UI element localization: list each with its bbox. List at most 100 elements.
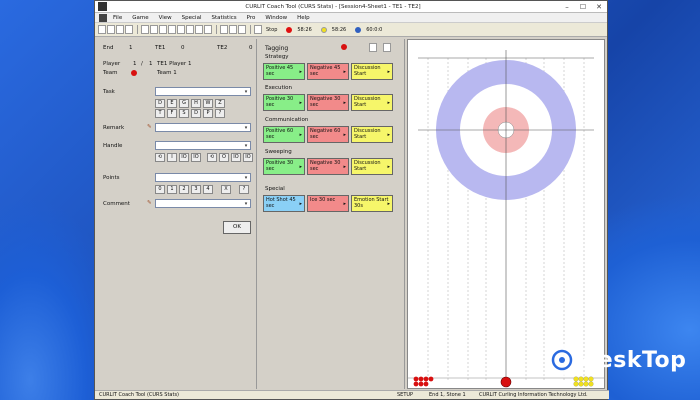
toolbar-separator <box>216 25 217 34</box>
special-emotion-button[interactable]: Emotion Start 30s ▸ <box>351 195 393 212</box>
execution-positive-button[interactable]: Positive 30 sec ▸ <box>263 94 305 111</box>
text-icon[interactable] <box>186 25 194 34</box>
stop-button[interactable]: Stop <box>254 25 280 34</box>
points-button-1[interactable]: 1 <box>167 185 177 194</box>
points-button-0[interactable]: 0 <box>155 185 165 194</box>
open-icon[interactable] <box>107 25 115 34</box>
grid-icon[interactable] <box>195 25 203 34</box>
special-ice-button[interactable]: Ice 30 sec ▸ <box>307 195 349 212</box>
paste-icon[interactable] <box>229 25 237 34</box>
communication-negative-label: Negative 60 sec <box>310 128 341 140</box>
team1-clock-value: 58:26 <box>297 26 312 33</box>
new-icon[interactable] <box>98 25 106 34</box>
special-hotshot-button[interactable]: Hot Shot 45 sec ▸ <box>263 195 305 212</box>
curling-sheet[interactable] <box>407 39 605 389</box>
play-icon: ▸ <box>299 100 302 106</box>
communication-positive-button[interactable]: Positive 60 sec ▸ <box>263 126 305 143</box>
chevron-down-icon: ▾ <box>244 201 248 207</box>
handle-button-rotate-out[interactable]: ⟲ <box>207 153 217 162</box>
list-icon[interactable] <box>177 25 185 34</box>
tag-delete-icon[interactable] <box>383 43 391 52</box>
points-button-3[interactable]: 3 <box>191 185 201 194</box>
game-clock-value: 60:0:0 <box>366 26 383 33</box>
info-icon[interactable] <box>150 25 158 34</box>
points-button-x[interactable]: X <box>221 185 231 194</box>
points-button-4[interactable]: 4 <box>203 185 213 194</box>
pencil-icon[interactable]: ✎ <box>147 124 152 130</box>
sweeping-discussion-button[interactable]: Discussion Start ▸ <box>351 158 393 175</box>
strategy-negative-button[interactable]: Negative 45 sec ▸ <box>307 63 349 80</box>
handle-button-rotate-in[interactable]: ⟲ <box>155 153 165 162</box>
pencil-icon[interactable]: ✎ <box>147 200 152 206</box>
strategy-positive-button[interactable]: Positive 45 sec ▸ <box>263 63 305 80</box>
handle-select[interactable]: ▾ <box>155 141 251 150</box>
remark-select[interactable]: ▾ <box>155 123 251 132</box>
stone-icon[interactable] <box>168 25 176 34</box>
active-stone[interactable] <box>500 376 512 388</box>
sweeping-negative-button[interactable]: Negative 30 sec ▸ <box>307 158 349 175</box>
team1-clock[interactable]: 58:26 <box>286 26 314 33</box>
menu-file[interactable]: File <box>113 15 122 21</box>
task-button-s[interactable]: S <box>179 109 189 118</box>
execution-discussion-button[interactable]: Discussion Start ▸ <box>351 94 393 111</box>
comment-select[interactable]: ▾ <box>155 199 251 208</box>
task-button-help[interactable]: ? <box>215 109 225 118</box>
sweeping-positive-button[interactable]: Positive 30 sec ▸ <box>263 158 305 175</box>
save-icon[interactable] <box>116 25 124 34</box>
task-button-p[interactable]: P <box>203 109 213 118</box>
menu-game[interactable]: Game <box>132 15 148 21</box>
handle-button-io-4[interactable]: IO <box>243 153 253 162</box>
watermark-text: 4eskTop <box>582 347 687 373</box>
maximize-button[interactable]: ☐ <box>575 3 591 11</box>
handle-button-out[interactable]: O <box>219 153 229 162</box>
toolbar-separator <box>137 25 138 34</box>
task-button-g[interactable]: G <box>179 99 189 108</box>
menu-view[interactable]: View <box>159 15 172 21</box>
menu-special[interactable]: Special <box>182 15 202 21</box>
team2-clock[interactable]: 58:26 <box>320 26 349 33</box>
menu-pro[interactable]: Pro <box>247 15 256 21</box>
chart-icon[interactable] <box>204 25 212 34</box>
task-button-t[interactable]: T <box>155 109 165 118</box>
handle-button-io-2[interactable]: IO <box>191 153 201 162</box>
copy-icon[interactable] <box>220 25 228 34</box>
points-select[interactable]: ▾ <box>155 173 251 182</box>
task-button-d2[interactable]: D <box>191 109 201 118</box>
game-clock[interactable]: 60:0:0 <box>355 26 385 33</box>
close-button[interactable]: ✕ <box>591 3 607 11</box>
tag-list-icon[interactable] <box>369 43 377 52</box>
handle-button-in[interactable]: I <box>167 153 177 162</box>
record-icon[interactable] <box>341 44 347 50</box>
menu-window[interactable]: Window <box>265 15 287 21</box>
execution-negative-button[interactable]: Negative 30 sec ▸ <box>307 94 349 111</box>
menu-help[interactable]: Help <box>297 15 310 21</box>
task-button-e[interactable]: E <box>167 99 177 108</box>
minimize-button[interactable]: – <box>559 3 575 11</box>
menu-statistics[interactable]: Statistics <box>211 15 236 21</box>
status-position: End 1, Stone 1 <box>429 392 466 398</box>
communication-discussion-button[interactable]: Discussion Start ▸ <box>351 126 393 143</box>
chevron-down-icon: ▾ <box>244 143 248 149</box>
strategy-discussion-button[interactable]: Discussion Start ▸ <box>351 63 393 80</box>
help-icon[interactable] <box>141 25 149 34</box>
handle-button-io-1[interactable]: IO <box>179 153 189 162</box>
task-select[interactable]: ▾ <box>155 87 251 96</box>
move-icon[interactable] <box>159 25 167 34</box>
play-icon: ▸ <box>343 69 346 75</box>
ok-button[interactable]: OK <box>223 221 251 234</box>
task-button-d[interactable]: D <box>155 99 165 108</box>
print-icon[interactable] <box>125 25 133 34</box>
communication-negative-button[interactable]: Negative 60 sec ▸ <box>307 126 349 143</box>
task-button-w[interactable]: W <box>203 99 213 108</box>
handle-button-io-3[interactable]: IO <box>231 153 241 162</box>
task-label: Task <box>103 89 115 95</box>
menu-bar: File Game View Special Statistics Pro Wi… <box>95 13 607 23</box>
yellow-stone <box>578 381 584 387</box>
points-button-help[interactable]: ? <box>239 185 249 194</box>
task-button-z[interactable]: Z <box>215 99 225 108</box>
task-button-f[interactable]: F <box>167 109 177 118</box>
export-icon[interactable] <box>238 25 246 34</box>
task-button-h[interactable]: H <box>191 99 201 108</box>
strategy-negative-label: Negative 45 sec <box>310 65 341 77</box>
points-button-2[interactable]: 2 <box>179 185 189 194</box>
